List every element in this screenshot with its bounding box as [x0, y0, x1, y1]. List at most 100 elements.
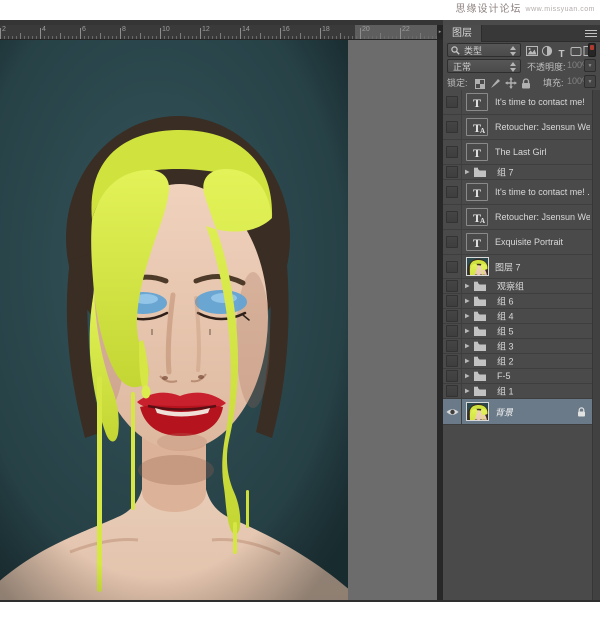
eye-icon[interactable] [446, 407, 459, 417]
layer-row-group[interactable]: ▶ 组 5 [443, 324, 592, 339]
visibility-toggle[interactable] [443, 384, 462, 398]
visibility-toggle[interactable] [443, 279, 462, 293]
filter-on-off-toggle[interactable] [588, 43, 596, 57]
layer-name[interactable]: 组 4 [497, 310, 514, 323]
visibility-toggle[interactable] [443, 180, 462, 204]
visibility-checkbox[interactable] [446, 295, 458, 307]
layer-name[interactable]: F-5 [497, 371, 511, 381]
visibility-toggle[interactable] [443, 205, 462, 229]
layer-row-background-selected[interactable]: 背景 [443, 399, 592, 425]
layer-row-group[interactable]: ▶ 组 3 [443, 339, 592, 354]
layer-row-group[interactable]: ▶ 组 4 [443, 309, 592, 324]
visibility-toggle[interactable] [443, 354, 462, 368]
opacity-dropdown-arrow[interactable]: ▼ [584, 59, 596, 72]
visibility-checkbox[interactable] [446, 211, 458, 223]
layer-row-text-styled[interactable]: TA Retoucher: Jsensun Wech... [443, 115, 592, 140]
visibility-toggle[interactable] [443, 115, 462, 139]
visibility-checkbox[interactable] [446, 385, 458, 397]
text-layer-thumbnail[interactable]: T [466, 183, 488, 201]
panel-scrollbar[interactable] [592, 90, 600, 602]
ruler-tick-label: 12 [202, 26, 210, 33]
visibility-checkbox[interactable] [446, 280, 458, 292]
folder-icon [474, 311, 486, 321]
layer-name[interactable]: It's time to contact me! ... [495, 187, 590, 197]
visibility-checkbox[interactable] [446, 340, 458, 352]
layer-row-group[interactable]: ▶ 组 1 [443, 384, 592, 399]
layer-name[interactable]: Retoucher: Jsensun Wech... [495, 122, 590, 132]
layer-row-text[interactable]: T The Last Girl [443, 140, 592, 165]
expand-triangle-icon[interactable]: ▶ [465, 373, 470, 380]
visibility-checkbox[interactable] [446, 186, 458, 198]
visibility-toggle[interactable] [443, 90, 462, 114]
text-style-layer-thumbnail[interactable]: TA [466, 208, 488, 226]
text-layer-thumbnail[interactable]: T [466, 93, 488, 111]
visibility-toggle[interactable] [443, 339, 462, 353]
layer-name[interactable]: 组 6 [497, 295, 514, 308]
expand-triangle-icon[interactable]: ▶ [465, 313, 470, 320]
layer-row-group[interactable]: ▶ F-5 [443, 369, 592, 384]
layer-name[interactable]: Exquisite Portrait [495, 237, 563, 247]
panel-menu-icon[interactable] [585, 30, 597, 38]
blend-mode-dropdown[interactable]: 正常 [447, 59, 521, 73]
layer-thumbnail[interactable] [466, 257, 489, 276]
visibility-toggle[interactable] [443, 399, 462, 424]
layer-row-group[interactable]: ▶ 观察组 [443, 279, 592, 294]
visibility-toggle[interactable] [443, 230, 462, 254]
layer-name[interactable]: 组 7 [497, 166, 514, 179]
visibility-checkbox[interactable] [446, 370, 458, 382]
layer-name[interactable]: 观察组 [497, 280, 524, 293]
visibility-checkbox[interactable] [446, 146, 458, 158]
visibility-toggle[interactable] [443, 165, 462, 179]
visibility-checkbox[interactable] [446, 261, 458, 273]
layer-row-group[interactable]: ▶ 组 7 [443, 165, 592, 180]
filter-adjustment-layers-icon[interactable] [540, 44, 553, 56]
layer-name[interactable]: 组 3 [497, 340, 514, 353]
layer-name[interactable]: The Last Girl [495, 147, 547, 157]
layer-row-group[interactable]: ▶ 组 2 [443, 354, 592, 369]
layer-name[interactable]: 组 1 [497, 385, 514, 398]
visibility-toggle[interactable] [443, 255, 462, 278]
layer-row-group[interactable]: ▶ 组 6 [443, 294, 592, 309]
visibility-toggle[interactable] [443, 324, 462, 338]
visibility-checkbox[interactable] [446, 236, 458, 248]
text-layer-thumbnail[interactable]: T [466, 233, 488, 251]
visibility-toggle[interactable] [443, 140, 462, 164]
visibility-checkbox[interactable] [446, 96, 458, 108]
document-canvas-photo[interactable] [0, 40, 348, 600]
layer-name[interactable]: 背景 [495, 405, 513, 418]
tab-layers[interactable]: 图层 [443, 25, 482, 42]
expand-triangle-icon[interactable]: ▶ [465, 298, 470, 305]
expand-triangle-icon[interactable]: ▶ [465, 388, 470, 395]
expand-triangle-icon[interactable]: ▶ [465, 169, 470, 176]
visibility-checkbox[interactable] [446, 310, 458, 322]
layer-row-text[interactable]: T Exquisite Portrait [443, 230, 592, 255]
visibility-toggle[interactable] [443, 309, 462, 323]
expand-triangle-icon[interactable]: ▶ [465, 343, 470, 350]
visibility-checkbox[interactable] [446, 121, 458, 133]
filter-shape-layers-icon[interactable] [569, 44, 582, 56]
layer-row-text-styled[interactable]: TA Retoucher: Jsensun Wech... [443, 205, 592, 230]
layer-name[interactable]: It's time to contact me! [495, 97, 585, 107]
visibility-checkbox[interactable] [446, 325, 458, 337]
text-layer-thumbnail[interactable]: T [466, 143, 488, 161]
filter-pixel-layers-icon[interactable] [525, 44, 538, 56]
visibility-checkbox[interactable] [446, 355, 458, 367]
text-style-layer-thumbnail[interactable]: TA [466, 118, 488, 136]
layer-row-image[interactable]: 图层 7 [443, 255, 592, 279]
filter-type-dropdown[interactable]: 类型 [447, 43, 521, 57]
expand-triangle-icon[interactable]: ▶ [465, 283, 470, 290]
expand-triangle-icon[interactable]: ▶ [465, 358, 470, 365]
layer-name[interactable]: 组 2 [497, 355, 514, 368]
layer-name[interactable]: 组 5 [497, 325, 514, 338]
layer-name[interactable]: 图层 7 [495, 260, 521, 273]
layer-row-text[interactable]: T It's time to contact me! ... [443, 180, 592, 205]
visibility-toggle[interactable] [443, 369, 462, 383]
layer-thumbnail[interactable] [466, 402, 489, 421]
fill-dropdown-arrow[interactable]: ▼ [584, 75, 596, 88]
visibility-checkbox[interactable] [446, 166, 458, 178]
layer-row-text[interactable]: T It's time to contact me! [443, 90, 592, 115]
filter-type-layers-icon[interactable]: T [555, 44, 568, 56]
layer-name[interactable]: Retoucher: Jsensun Wech... [495, 212, 590, 222]
visibility-toggle[interactable] [443, 294, 462, 308]
expand-triangle-icon[interactable]: ▶ [465, 328, 470, 335]
